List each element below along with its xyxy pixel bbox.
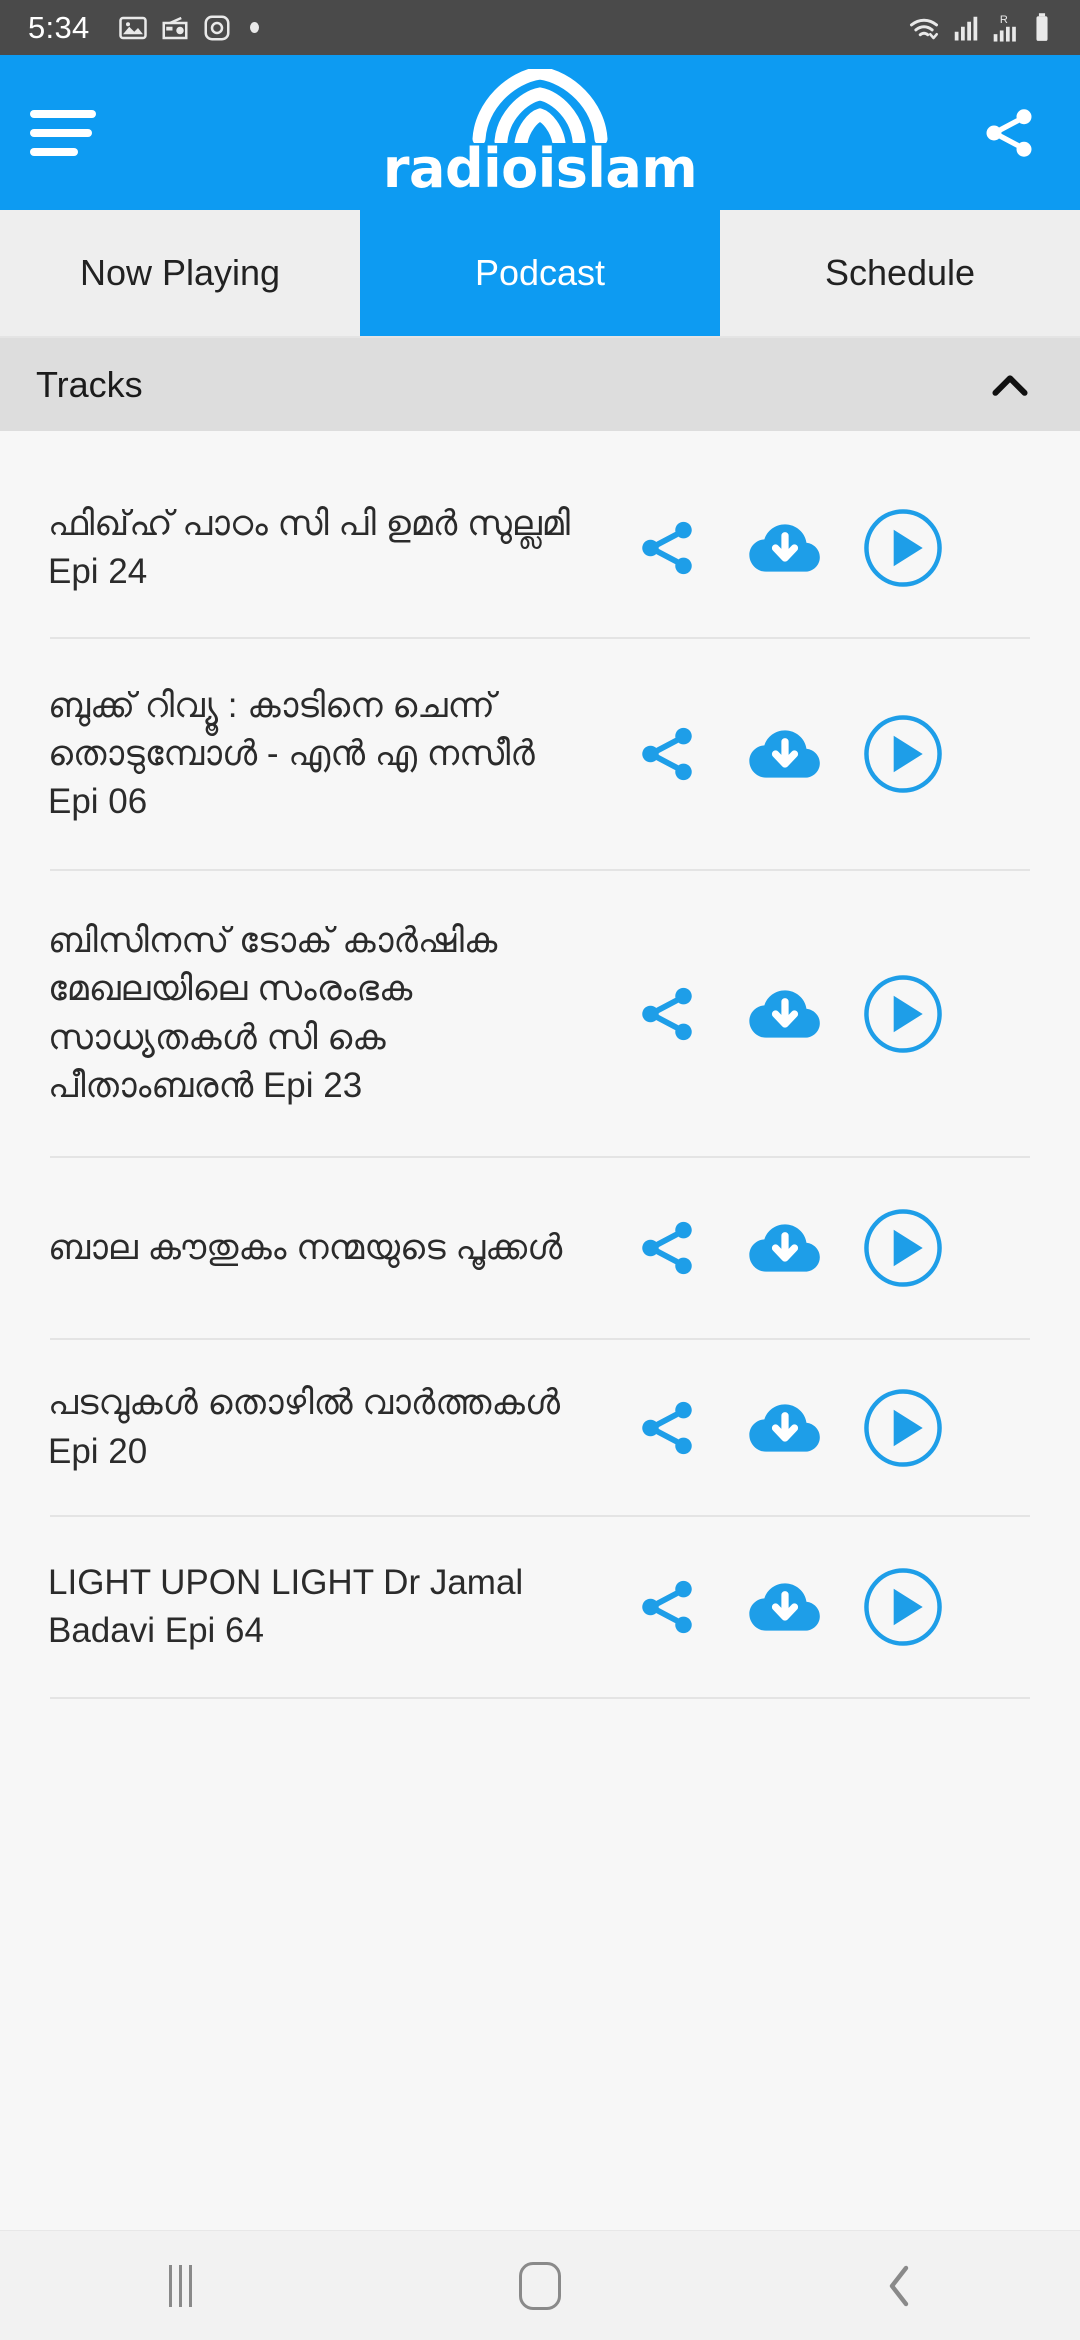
roaming-signal-icon: R (991, 12, 1021, 44)
cloud-download-icon[interactable] (726, 1568, 844, 1646)
share-icon[interactable] (608, 721, 726, 787)
table-row[interactable]: ബുക്ക് റിവ്യൂ : കാടിനെ ചെന്ന് തൊടുമ്പോൾ … (0, 639, 1080, 869)
row-divider (50, 1697, 1030, 1699)
play-circle-icon[interactable] (844, 1205, 962, 1291)
track-list: ഫിഖ്‌ഹ് പാഠം സി പി ഉമർ സുല്ലമി Epi 24 (0, 431, 1080, 2230)
play-circle-icon[interactable] (844, 1385, 962, 1471)
share-icon[interactable] (608, 515, 726, 581)
play-circle-icon[interactable] (844, 505, 962, 591)
track-title: ബിസിനസ് ടോക് കാർഷിക മേഖലയിലെ സംരംഭക സാധ്… (48, 920, 498, 1105)
status-bar-right: R (907, 12, 1052, 44)
share-icon[interactable] (608, 1215, 726, 1281)
tab-bar: Now Playing Podcast Schedule (0, 210, 1080, 338)
track-actions (608, 711, 962, 797)
app-brand: radioislam (0, 55, 1080, 210)
share-icon[interactable] (608, 1395, 726, 1461)
tab-podcast[interactable]: Podcast (360, 210, 720, 336)
share-icon[interactable] (608, 1574, 726, 1640)
table-row[interactable]: ബാല കൗതുകം നന്മയുടെ പൂക്കൾ (0, 1158, 1080, 1338)
instagram-icon (202, 13, 232, 43)
home-icon[interactable] (360, 2261, 720, 2310)
play-circle-icon[interactable] (844, 711, 962, 797)
tab-schedule[interactable]: Schedule (720, 210, 1080, 336)
cloud-download-icon[interactable] (726, 1389, 844, 1467)
status-bar: 5:34 R (0, 0, 1080, 55)
tab-now-playing[interactable]: Now Playing (0, 210, 360, 336)
track-actions (608, 505, 962, 591)
back-icon[interactable] (720, 2260, 1080, 2312)
cloud-download-icon[interactable] (726, 1209, 844, 1287)
track-title: ബുക്ക് റിവ്യൂ : കാടിനെ ചെന്ന് തൊടുമ്പോൾ … (48, 685, 535, 822)
signal-icon (952, 13, 980, 43)
app-bar: radioislam (0, 55, 1080, 210)
cloud-download-icon[interactable] (726, 715, 844, 793)
cloud-download-icon[interactable] (726, 509, 844, 587)
battery-icon (1032, 12, 1052, 44)
list-top-spacer (0, 431, 1080, 459)
track-actions (608, 971, 962, 1057)
table-row[interactable]: ബിസിനസ് ടോക് കാർഷിക മേഖലയിലെ സംരംഭക സാധ്… (0, 871, 1080, 1156)
wifi-icon (907, 13, 941, 43)
image-icon (118, 13, 148, 43)
share-icon[interactable] (608, 981, 726, 1047)
dot-indicator (249, 22, 259, 33)
radioislam-dome-logo (471, 66, 609, 150)
status-bar-left: 5:34 (28, 10, 259, 46)
radio-icon (160, 13, 190, 43)
table-row[interactable]: ഫിഖ്‌ഹ് പാഠം സി പി ഉമർ സുല്ലമി Epi 24 (0, 459, 1080, 637)
recents-icon[interactable] (0, 2264, 360, 2307)
chevron-up-icon[interactable] (980, 355, 1040, 415)
cloud-download-icon[interactable] (726, 975, 844, 1053)
track-actions (608, 1564, 962, 1650)
section-title: Tracks (36, 363, 143, 405)
track-title: ഫിഖ്‌ഹ് പാഠം സി പി ഉമർ സുല്ലമി Epi 24 (48, 503, 570, 591)
system-nav-bar (0, 2230, 1080, 2340)
track-title: പടവുകൾ തൊഴിൽ വാർത്തകൾ Epi 20 (48, 1383, 561, 1471)
play-circle-icon[interactable] (844, 1564, 962, 1650)
play-circle-icon[interactable] (844, 971, 962, 1057)
svg-text:R: R (1000, 14, 1008, 26)
share-icon[interactable] (976, 100, 1042, 166)
status-bar-clock: 5:34 (28, 9, 90, 45)
hamburger-icon[interactable] (30, 108, 96, 158)
table-row[interactable]: പടവുകൾ തൊഴിൽ വാർത്തകൾ Epi 20 (0, 1340, 1080, 1515)
tracks-section-header[interactable]: Tracks (0, 338, 1080, 431)
app-screen: 5:34 R radioislam Now Playing Podcast Sc… (0, 0, 1080, 2340)
track-title: LIGHT UPON LIGHT Dr Jamal Badavi Epi 64 (48, 1562, 524, 1650)
brand-name: radioislam (382, 137, 698, 200)
track-title: ബാല കൗതുകം നന്മയുടെ പൂക്കൾ (48, 1227, 563, 1267)
table-row[interactable]: LIGHT UPON LIGHT Dr Jamal Badavi Epi 64 (0, 1517, 1080, 1697)
track-actions (608, 1385, 962, 1471)
track-actions (608, 1205, 962, 1291)
